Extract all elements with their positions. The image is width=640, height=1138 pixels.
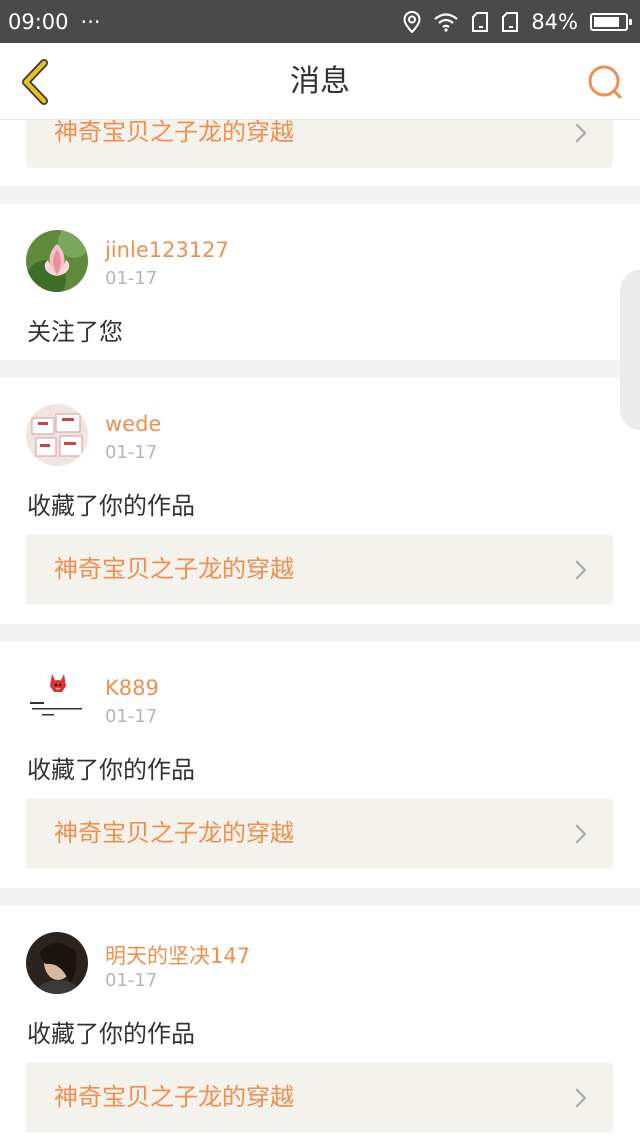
avatar[interactable] xyxy=(26,932,88,994)
timestamp: 01-17 xyxy=(105,970,158,991)
avatar[interactable] xyxy=(26,668,88,730)
chevron-right-icon xyxy=(575,123,587,143)
action-text: 关注了您 xyxy=(27,318,123,346)
battery-icon xyxy=(590,12,632,31)
work-link[interactable]: 神奇宝贝之子龙的穿越 xyxy=(26,1062,613,1133)
work-title: 神奇宝贝之子龙的穿越 xyxy=(54,120,294,146)
search-icon[interactable] xyxy=(586,63,624,101)
cartoon-fox-avatar-icon xyxy=(26,668,88,730)
chevron-right-icon xyxy=(575,1088,587,1108)
chevron-right-icon xyxy=(575,824,587,844)
username[interactable]: 明天的坚决147 xyxy=(105,940,250,970)
work-title: 神奇宝贝之子龙的穿越 xyxy=(54,1083,294,1111)
work-title: 神奇宝贝之子龙的穿越 xyxy=(54,555,294,583)
sim1-icon xyxy=(472,11,489,32)
list-item[interactable]: jinle123127 01-17 关注了您 xyxy=(0,204,640,360)
avatar[interactable] xyxy=(26,230,88,292)
wifi-icon xyxy=(434,12,459,32)
timestamp: 01-17 xyxy=(105,442,158,463)
action-text: 收藏了你的作品 xyxy=(27,1020,195,1048)
work-link[interactable]: 神奇宝贝之子龙的穿越 xyxy=(26,120,613,168)
page-title: 消息 xyxy=(290,64,350,99)
status-bar: 09:00 ··· 84% xyxy=(0,0,640,43)
sim2-icon xyxy=(502,11,519,32)
portrait-avatar-icon xyxy=(26,932,88,994)
list-item: 神奇宝贝之子龙的穿越 xyxy=(0,120,640,186)
list-item[interactable]: 明天的坚决147 01-17 收藏了你的作品 神奇宝贝之子龙的穿越 xyxy=(0,906,640,1138)
gift-box-avatar-icon xyxy=(26,404,88,466)
app-header: 消息 xyxy=(0,43,640,120)
username[interactable]: K889 xyxy=(105,676,159,700)
avatar[interactable] xyxy=(26,404,88,466)
action-text: 收藏了你的作品 xyxy=(27,492,195,520)
username[interactable]: wede xyxy=(105,412,161,436)
username[interactable]: jinle123127 xyxy=(105,238,229,262)
list-item[interactable]: K889 01-17 收藏了你的作品 神奇宝贝之子龙的穿越 xyxy=(0,642,640,888)
list-item[interactable]: wede 01-17 收藏了你的作品 神奇宝贝之子龙的穿越 xyxy=(0,378,640,624)
location-icon xyxy=(403,10,421,33)
timestamp: 01-17 xyxy=(105,706,158,727)
work-link[interactable]: 神奇宝贝之子龙的穿越 xyxy=(26,798,613,869)
work-link[interactable]: 神奇宝贝之子龙的穿越 xyxy=(26,534,613,605)
battery-percent: 84% xyxy=(531,9,578,34)
work-title: 神奇宝贝之子龙的穿越 xyxy=(54,819,294,847)
battery-level xyxy=(594,16,620,27)
status-time: 09:00 xyxy=(8,9,69,34)
chevron-right-icon xyxy=(575,560,587,580)
lotus-avatar-icon xyxy=(26,230,88,292)
message-list: 神奇宝贝之子龙的穿越 jinle123127 01-17 关注了您 wede 0… xyxy=(0,120,640,1138)
edge-handle[interactable] xyxy=(620,270,640,430)
action-text: 收藏了你的作品 xyxy=(27,756,195,784)
status-dots: ··· xyxy=(80,9,101,34)
timestamp: 01-17 xyxy=(105,268,158,289)
